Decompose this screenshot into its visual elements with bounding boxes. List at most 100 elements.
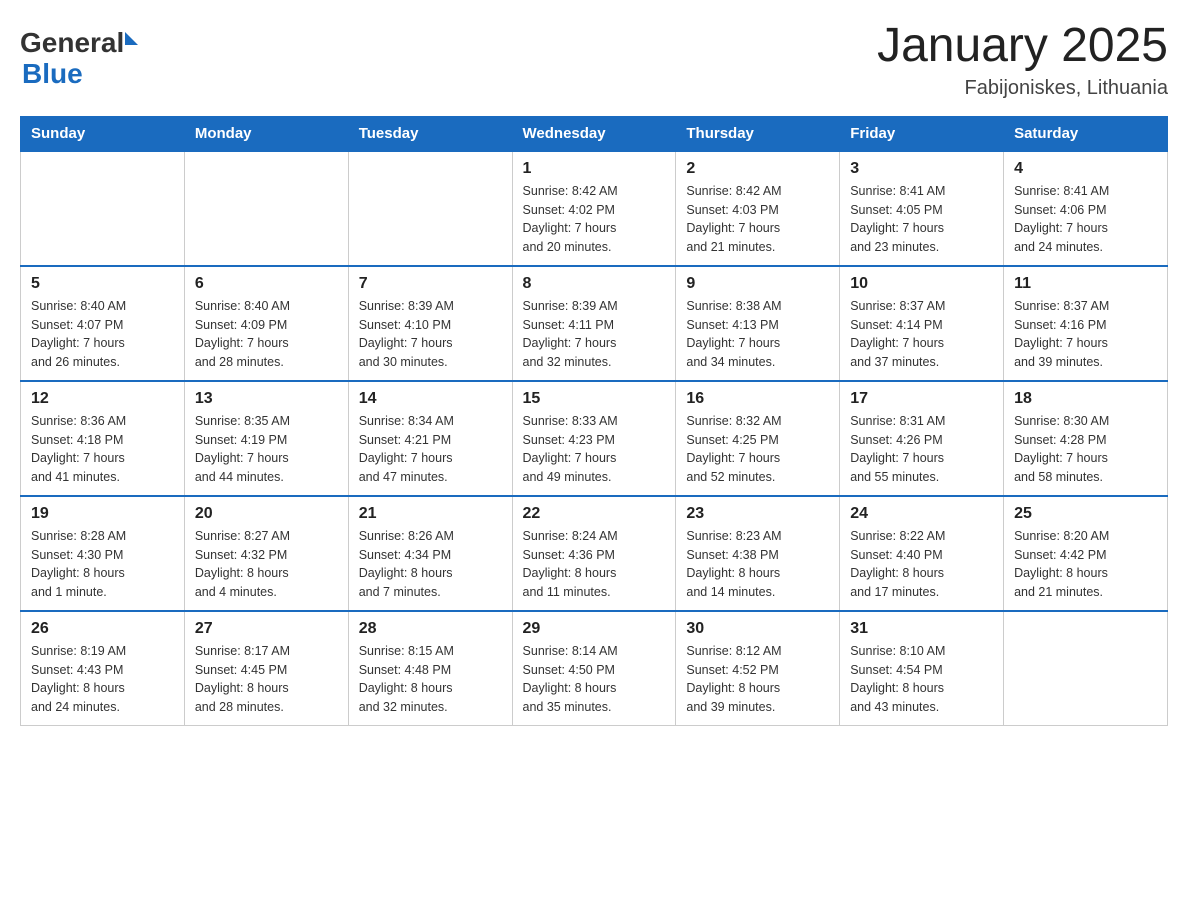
day-number: 20 — [195, 505, 338, 523]
day-number: 19 — [31, 505, 174, 523]
week-row-4: 19 Sunrise: 8:28 AMSunset: 4:30 PMDayligh… — [21, 496, 1168, 611]
day-info: Sunrise: 8:24 AMSunset: 4:36 PMDaylight:… — [523, 527, 666, 602]
calendar-cell-w1-d0 — [21, 151, 185, 266]
day-number: 4 — [1014, 160, 1157, 178]
calendar-cell-w4-d0: 19 Sunrise: 8:28 AMSunset: 4:30 PMDayligh… — [21, 496, 185, 611]
calendar-cell-w1-d5: 3 Sunrise: 8:41 AMSunset: 4:05 PMDaylight… — [840, 151, 1004, 266]
day-number: 10 — [850, 275, 993, 293]
day-info: Sunrise: 8:20 AMSunset: 4:42 PMDaylight:… — [1014, 527, 1157, 602]
day-info: Sunrise: 8:41 AMSunset: 4:06 PMDaylight:… — [1014, 182, 1157, 257]
day-info: Sunrise: 8:39 AMSunset: 4:10 PMDaylight:… — [359, 297, 502, 372]
calendar-cell-w4-d4: 23 Sunrise: 8:23 AMSunset: 4:38 PMDayligh… — [676, 496, 840, 611]
calendar-header-row: Sunday Monday Tuesday Wednesday Thursday… — [21, 116, 1168, 151]
title-area: January 2025 Fabijoniskes, Lithuania — [877, 20, 1168, 100]
month-title: January 2025 — [877, 20, 1168, 73]
day-info: Sunrise: 8:41 AMSunset: 4:05 PMDaylight:… — [850, 182, 993, 257]
day-number: 12 — [31, 390, 174, 408]
day-number: 24 — [850, 505, 993, 523]
calendar-cell-w2-d2: 7 Sunrise: 8:39 AMSunset: 4:10 PMDaylight… — [348, 266, 512, 381]
day-number: 6 — [195, 275, 338, 293]
day-number: 1 — [523, 160, 666, 178]
day-info: Sunrise: 8:38 AMSunset: 4:13 PMDaylight:… — [686, 297, 829, 372]
day-number: 21 — [359, 505, 502, 523]
calendar-cell-w3-d5: 17 Sunrise: 8:31 AMSunset: 4:26 PMDayligh… — [840, 381, 1004, 496]
day-info: Sunrise: 8:36 AMSunset: 4:18 PMDaylight:… — [31, 412, 174, 487]
calendar-cell-w5-d6 — [1004, 611, 1168, 726]
calendar-cell-w2-d0: 5 Sunrise: 8:40 AMSunset: 4:07 PMDaylight… — [21, 266, 185, 381]
day-number: 17 — [850, 390, 993, 408]
day-number: 18 — [1014, 390, 1157, 408]
calendar-cell-w3-d6: 18 Sunrise: 8:30 AMSunset: 4:28 PMDayligh… — [1004, 381, 1168, 496]
day-info: Sunrise: 8:34 AMSunset: 4:21 PMDaylight:… — [359, 412, 502, 487]
day-number: 11 — [1014, 275, 1157, 293]
day-info: Sunrise: 8:30 AMSunset: 4:28 PMDaylight:… — [1014, 412, 1157, 487]
day-info: Sunrise: 8:33 AMSunset: 4:23 PMDaylight:… — [523, 412, 666, 487]
day-info: Sunrise: 8:37 AMSunset: 4:14 PMDaylight:… — [850, 297, 993, 372]
week-row-2: 5 Sunrise: 8:40 AMSunset: 4:07 PMDaylight… — [21, 266, 1168, 381]
page-header: General Blue January 2025 Fabijoniskes, … — [20, 20, 1168, 100]
day-info: Sunrise: 8:42 AMSunset: 4:03 PMDaylight:… — [686, 182, 829, 257]
calendar-cell-w1-d4: 2 Sunrise: 8:42 AMSunset: 4:03 PMDaylight… — [676, 151, 840, 266]
calendar-cell-w5-d0: 26 Sunrise: 8:19 AMSunset: 4:43 PMDayligh… — [21, 611, 185, 726]
day-info: Sunrise: 8:10 AMSunset: 4:54 PMDaylight:… — [850, 642, 993, 717]
calendar-cell-w1-d6: 4 Sunrise: 8:41 AMSunset: 4:06 PMDaylight… — [1004, 151, 1168, 266]
col-saturday: Saturday — [1004, 116, 1168, 151]
day-info: Sunrise: 8:23 AMSunset: 4:38 PMDaylight:… — [686, 527, 829, 602]
day-info: Sunrise: 8:22 AMSunset: 4:40 PMDaylight:… — [850, 527, 993, 602]
day-info: Sunrise: 8:17 AMSunset: 4:45 PMDaylight:… — [195, 642, 338, 717]
day-number: 26 — [31, 620, 174, 638]
calendar-cell-w4-d3: 22 Sunrise: 8:24 AMSunset: 4:36 PMDayligh… — [512, 496, 676, 611]
calendar-cell-w4-d5: 24 Sunrise: 8:22 AMSunset: 4:40 PMDayligh… — [840, 496, 1004, 611]
calendar-cell-w3-d4: 16 Sunrise: 8:32 AMSunset: 4:25 PMDayligh… — [676, 381, 840, 496]
day-number: 16 — [686, 390, 829, 408]
day-info: Sunrise: 8:32 AMSunset: 4:25 PMDaylight:… — [686, 412, 829, 487]
day-number: 25 — [1014, 505, 1157, 523]
col-tuesday: Tuesday — [348, 116, 512, 151]
day-number: 14 — [359, 390, 502, 408]
calendar-cell-w1-d2 — [348, 151, 512, 266]
day-number: 5 — [31, 275, 174, 293]
day-info: Sunrise: 8:37 AMSunset: 4:16 PMDaylight:… — [1014, 297, 1157, 372]
day-number: 30 — [686, 620, 829, 638]
calendar-cell-w5-d2: 28 Sunrise: 8:15 AMSunset: 4:48 PMDayligh… — [348, 611, 512, 726]
logo-triangle-icon — [125, 32, 138, 45]
day-number: 23 — [686, 505, 829, 523]
calendar-cell-w5-d1: 27Sunrise: 8:17 AMSunset: 4:45 PMDayligh… — [184, 611, 348, 726]
calendar-cell-w1-d3: 1 Sunrise: 8:42 AMSunset: 4:02 PMDaylight… — [512, 151, 676, 266]
week-row-1: 1 Sunrise: 8:42 AMSunset: 4:02 PMDaylight… — [21, 151, 1168, 266]
location-title: Fabijoniskes, Lithuania — [877, 77, 1168, 100]
calendar-cell-w4-d2: 21Sunrise: 8:26 AMSunset: 4:34 PMDayligh… — [348, 496, 512, 611]
day-info: Sunrise: 8:28 AMSunset: 4:30 PMDaylight:… — [31, 527, 174, 602]
day-number: 2 — [686, 160, 829, 178]
week-row-3: 12 Sunrise: 8:36 AMSunset: 4:18 PMDayligh… — [21, 381, 1168, 496]
col-friday: Friday — [840, 116, 1004, 151]
calendar-cell-w1-d1 — [184, 151, 348, 266]
day-number: 22 — [523, 505, 666, 523]
week-row-5: 26 Sunrise: 8:19 AMSunset: 4:43 PMDayligh… — [21, 611, 1168, 726]
calendar-cell-w4-d6: 25 Sunrise: 8:20 AMSunset: 4:42 PMDayligh… — [1004, 496, 1168, 611]
day-info: Sunrise: 8:40 AMSunset: 4:07 PMDaylight:… — [31, 297, 174, 372]
day-info: Sunrise: 8:42 AMSunset: 4:02 PMDaylight:… — [523, 182, 666, 257]
day-number: 28 — [359, 620, 502, 638]
calendar-cell-w5-d5: 31 Sunrise: 8:10 AMSunset: 4:54 PMDayligh… — [840, 611, 1004, 726]
logo-blue: Blue — [22, 58, 83, 89]
day-number: 3 — [850, 160, 993, 178]
day-number: 9 — [686, 275, 829, 293]
calendar-cell-w3-d0: 12 Sunrise: 8:36 AMSunset: 4:18 PMDayligh… — [21, 381, 185, 496]
day-info: Sunrise: 8:31 AMSunset: 4:26 PMDaylight:… — [850, 412, 993, 487]
calendar-cell-w5-d4: 30 Sunrise: 8:12 AMSunset: 4:52 PMDayligh… — [676, 611, 840, 726]
day-info: Sunrise: 8:19 AMSunset: 4:43 PMDaylight:… — [31, 642, 174, 717]
day-number: 7 — [359, 275, 502, 293]
calendar-cell-w2-d4: 9 Sunrise: 8:38 AMSunset: 4:13 PMDaylight… — [676, 266, 840, 381]
day-number: 31 — [850, 620, 993, 638]
calendar-cell-w4-d1: 20Sunrise: 8:27 AMSunset: 4:32 PMDayligh… — [184, 496, 348, 611]
day-info: Sunrise: 8:12 AMSunset: 4:52 PMDaylight:… — [686, 642, 829, 717]
calendar-cell-w2-d1: 6Sunrise: 8:40 AMSunset: 4:09 PMDaylight… — [184, 266, 348, 381]
logo: General Blue — [20, 28, 138, 90]
day-info: Sunrise: 8:14 AMSunset: 4:50 PMDaylight:… — [523, 642, 666, 717]
day-info: Sunrise: 8:15 AMSunset: 4:48 PMDaylight:… — [359, 642, 502, 717]
calendar-cell-w2-d6: 11 Sunrise: 8:37 AMSunset: 4:16 PMDayligh… — [1004, 266, 1168, 381]
day-number: 13 — [195, 390, 338, 408]
day-number: 29 — [523, 620, 666, 638]
day-info: Sunrise: 8:35 AMSunset: 4:19 PMDaylight:… — [195, 412, 338, 487]
